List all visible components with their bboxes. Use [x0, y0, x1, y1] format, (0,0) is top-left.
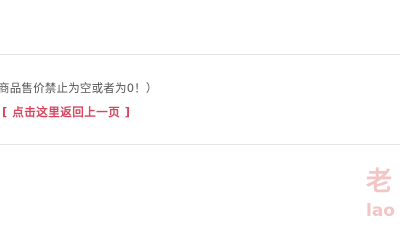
- message-panel: [0, 55, 400, 144]
- go-back-link[interactable]: [ 点击这里返回上一页 ]: [2, 104, 131, 120]
- error-message: 商品售价禁止为空或者为0！）: [0, 81, 158, 95]
- page-footer-area: [0, 145, 400, 230]
- header-area: [0, 0, 400, 54]
